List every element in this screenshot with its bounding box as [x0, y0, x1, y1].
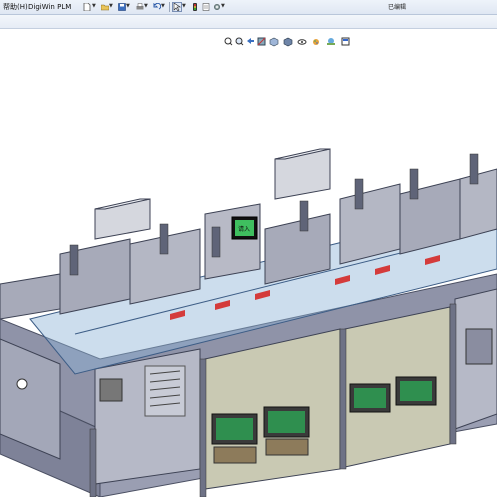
file-properties-icon[interactable] [201, 2, 211, 12]
machine-assembly-model[interactable]: 请入 [0, 29, 497, 497]
panel-screen-label: 请入 [238, 225, 250, 233]
command-manager-strip [0, 15, 497, 29]
select-arrow-icon[interactable] [172, 2, 182, 12]
graphics-viewport[interactable]: 请入 [0, 29, 497, 497]
undo-dropdown-arrow[interactable]: ▼ [161, 3, 165, 9]
status-label: 已编辑 [388, 4, 407, 11]
select-dropdown-arrow[interactable]: ▼ [182, 3, 186, 9]
digiwin-plm-menu[interactable]: DigiWin PLM [28, 2, 71, 12]
help-menu[interactable]: 帮助(H) [3, 2, 28, 12]
menu-bar: 帮助(H) DigiWin PLM ▼ ▼ ▼ ▼ ▼ ▼ ▼ 已编辑 [0, 0, 497, 15]
print-dropdown-arrow[interactable]: ▼ [144, 3, 148, 9]
toolbar-divider [169, 2, 170, 12]
new-dropdown-arrow[interactable]: ▼ [92, 3, 96, 9]
save-dropdown-arrow[interactable]: ▼ [126, 3, 130, 9]
options-dropdown-arrow[interactable]: ▼ [221, 3, 225, 9]
new-document-icon[interactable] [82, 2, 92, 12]
rebuild-traffic-light-icon[interactable] [190, 2, 200, 12]
open-dropdown-arrow[interactable]: ▼ [109, 3, 113, 9]
